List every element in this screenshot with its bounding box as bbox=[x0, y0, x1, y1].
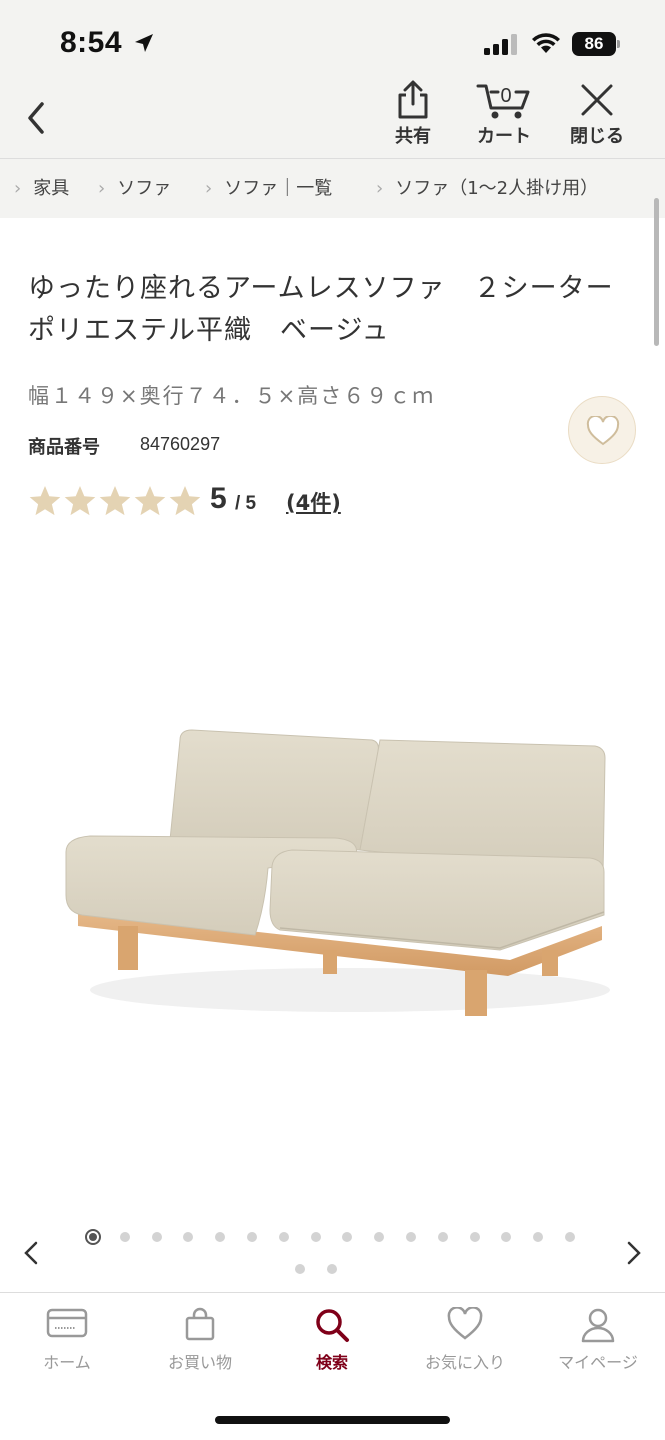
product-size: 幅１４９×奥行７４．５×高さ６９ｃｍ bbox=[28, 384, 436, 408]
tab-home-label: ホーム bbox=[43, 1353, 91, 1372]
chevron-right-icon: › bbox=[98, 178, 106, 199]
pagination-dot[interactable] bbox=[374, 1232, 385, 1242]
heart-icon bbox=[447, 1307, 483, 1340]
cellular-signal-icon bbox=[484, 34, 517, 55]
chevron-right-icon: › bbox=[14, 178, 22, 199]
previous-image-arrow[interactable] bbox=[22, 1240, 42, 1266]
star-icon bbox=[64, 486, 96, 516]
tab-search[interactable]: 検索 bbox=[277, 1307, 387, 1372]
close-button[interactable]: 閉じる bbox=[557, 80, 637, 154]
share-label: 共有 bbox=[395, 126, 431, 147]
pagination-dot[interactable] bbox=[326, 1264, 337, 1274]
battery-level: 86 bbox=[572, 32, 616, 56]
breadcrumb: › 家具 › ソファ › ソファ｜一覧 › ソファ（1〜2人掛け用） bbox=[0, 158, 665, 218]
pagination-dot[interactable] bbox=[437, 1232, 448, 1242]
scrollbar[interactable] bbox=[654, 198, 659, 346]
pagination-dot[interactable] bbox=[565, 1232, 575, 1242]
pagination-dot[interactable] bbox=[247, 1232, 257, 1242]
close-label: 閉じる bbox=[570, 126, 624, 147]
location-arrow-icon bbox=[135, 34, 153, 52]
home-indicator bbox=[215, 1416, 450, 1424]
tab-search-label: 検索 bbox=[315, 1353, 348, 1372]
cart-button[interactable]: 0 カート bbox=[464, 80, 544, 154]
share-button[interactable]: 共有 bbox=[373, 80, 453, 154]
rating-score: 5 bbox=[210, 482, 227, 515]
star-icon bbox=[99, 486, 131, 516]
product-number-label: 商品番号 bbox=[28, 437, 100, 458]
pagination-dot[interactable] bbox=[310, 1232, 321, 1242]
tab-favorites-label: お気に入り bbox=[424, 1353, 505, 1372]
star-icon bbox=[134, 486, 166, 516]
product-image[interactable] bbox=[30, 690, 630, 1050]
pagination-dot[interactable] bbox=[469, 1232, 480, 1242]
pagination-dot[interactable] bbox=[501, 1232, 512, 1242]
chevron-right-icon: › bbox=[376, 178, 384, 199]
tab-home[interactable]: ホーム bbox=[12, 1307, 122, 1372]
pagination-dot[interactable] bbox=[119, 1232, 130, 1242]
wifi-icon bbox=[532, 33, 560, 53]
tab-shopping-label: お買い物 bbox=[167, 1353, 232, 1372]
shopping-bag-icon bbox=[185, 1307, 215, 1341]
pagination-dot[interactable] bbox=[342, 1232, 353, 1242]
rating-out-of: / 5 bbox=[235, 493, 257, 514]
rating-stars bbox=[28, 484, 203, 518]
app-header: 共有 0 カート 閉じる bbox=[0, 80, 665, 158]
breadcrumb-item-sofa-1-2-seat[interactable]: › ソファ（1〜2人掛け用） bbox=[376, 159, 598, 218]
tab-favorites[interactable]: お気に入り bbox=[410, 1307, 520, 1372]
status-time: 8:54 bbox=[60, 26, 123, 59]
review-count-link[interactable]: (4件) bbox=[286, 487, 341, 517]
favorite-button[interactable] bbox=[568, 396, 636, 464]
pagination-dot[interactable] bbox=[215, 1232, 226, 1242]
pagination-dot[interactable] bbox=[151, 1232, 162, 1242]
close-icon bbox=[581, 84, 613, 116]
breadcrumb-item-sofa-list[interactable]: › ソファ｜一覧 bbox=[205, 159, 332, 218]
star-icon bbox=[29, 486, 61, 516]
share-icon bbox=[398, 80, 428, 119]
heart-icon bbox=[586, 416, 620, 446]
cart-count: 0 bbox=[500, 85, 511, 107]
tab-mypage-label: マイページ bbox=[558, 1353, 638, 1372]
star-icon bbox=[169, 486, 201, 516]
status-bar: 8:54 86 bbox=[0, 0, 665, 88]
search-icon bbox=[316, 1309, 349, 1342]
card-icon bbox=[46, 1308, 88, 1338]
cart-icon: 0 bbox=[476, 84, 530, 119]
battery-icon: 86 bbox=[572, 32, 620, 56]
tab-shopping[interactable]: お買い物 bbox=[145, 1307, 255, 1372]
pagination-dot[interactable] bbox=[183, 1232, 194, 1242]
tab-mypage[interactable]: マイページ bbox=[543, 1307, 653, 1372]
cart-label: カート bbox=[477, 126, 531, 147]
chevron-right-icon: › bbox=[205, 178, 213, 199]
pagination-dot[interactable] bbox=[533, 1232, 544, 1242]
pagination-dot[interactable] bbox=[278, 1232, 289, 1242]
pagination-dot[interactable] bbox=[85, 1229, 101, 1245]
pagination-dot[interactable] bbox=[295, 1264, 305, 1274]
back-chevron-icon[interactable] bbox=[22, 98, 52, 138]
next-image-arrow[interactable] bbox=[623, 1240, 643, 1266]
product-number: 84760297 bbox=[140, 434, 221, 454]
person-icon bbox=[581, 1308, 615, 1343]
breadcrumb-item-furniture[interactable]: › 家具 bbox=[14, 159, 69, 218]
pagination-dot[interactable] bbox=[406, 1232, 416, 1242]
breadcrumb-item-sofa[interactable]: › ソファ bbox=[98, 159, 171, 218]
product-title: ゆったり座れるアームレスソファ ２シーター ポリエステル平織 ベージュ bbox=[28, 273, 642, 346]
